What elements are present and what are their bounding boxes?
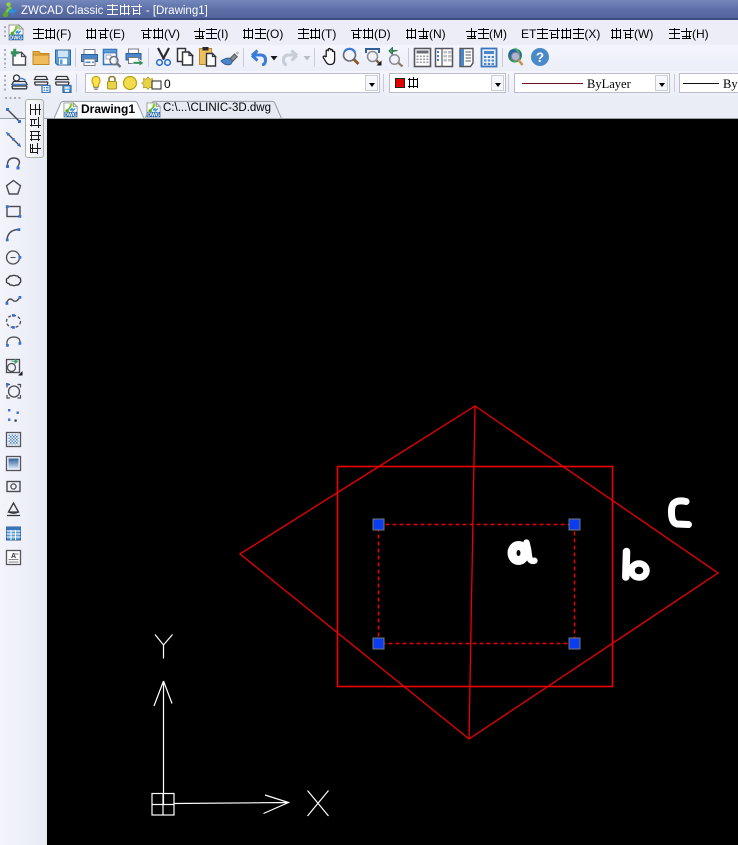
svg-text:?: ? <box>536 50 544 65</box>
svg-text:DWG: DWG <box>9 35 22 41</box>
